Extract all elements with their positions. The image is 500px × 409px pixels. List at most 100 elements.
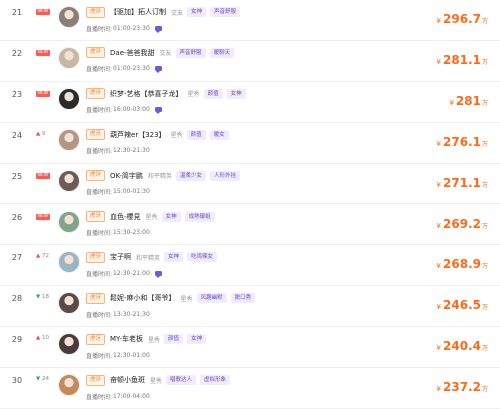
ranking-row[interactable]: 22 NEW 虎牙 Dae-爸爸我甜 交友 声音舒服 暖聊天 直播时间: 01:0… — [0, 40, 500, 82]
streamer-name[interactable]: 宝子啊 — [110, 252, 131, 262]
streamer-tag[interactable]: 颜值 — [164, 334, 184, 345]
revenue-value: 271.1 — [443, 175, 481, 190]
streamer-info: 虎牙 织梦-艺格【恭喜子龙】 星秀 颜值 女神 — [86, 88, 250, 100]
streamer-tag[interactable]: 虚拟形象 — [200, 375, 231, 386]
revenue-unit: 万 — [481, 140, 488, 148]
chat-icon[interactable] — [154, 270, 162, 278]
streamer-name[interactable]: Dae-爸爸我甜 — [110, 48, 155, 58]
platform-badge: 虎牙 — [86, 333, 106, 345]
streamer-tag[interactable]: 女神 — [187, 7, 207, 17]
currency-symbol: ¥ — [436, 180, 442, 189]
rank-up-arrow-icon: ▲ — [36, 130, 41, 137]
streamer-tag[interactable]: 温柔少女 — [175, 170, 206, 181]
live-time-line: 直播时间: 17:00-04:00 — [86, 391, 150, 401]
streamer-tag[interactable]: 暖聊天 — [209, 47, 235, 58]
avatar[interactable] — [58, 374, 80, 397]
streamer-name[interactable]: 鬆妮-麻小和【哥爷】 — [110, 293, 176, 303]
streamer-info: 虎牙 【驱加】拓人订制 交友 女神 声音舒服 — [86, 6, 244, 18]
revenue-value: 281.1 — [443, 52, 481, 67]
streamer-tag[interactable]: 人形外挂 — [209, 170, 240, 181]
ranking-row[interactable]: 21 NEW 虎牙 【驱加】拓人订制 交友 女神 声音舒服 直播时间: 01:00… — [0, 0, 500, 41]
streamer-name[interactable]: MY-车老板 — [110, 334, 143, 344]
currency-symbol: ¥ — [436, 139, 442, 148]
live-time-value: 16:00-03:00 — [113, 106, 150, 114]
platform-badge: 虎牙 — [86, 47, 106, 59]
rank-number: 25 — [11, 171, 23, 181]
ranking-row[interactable]: 23 NEW 虎牙 织梦-艺格【恭喜子龙】 星秀 颜值 女神 直播时间: 16:0… — [0, 81, 500, 123]
revenue-unit: 万 — [481, 345, 488, 353]
live-time-value: 12:30-21:30 — [113, 147, 150, 155]
revenue-amount: ¥ 246.5 万 — [437, 298, 488, 312]
ranking-row[interactable]: 30 ▼ 24 虎牙 奋顿小鱼斑 星秀 唱歌达人 虚拟形象 直播时间: 17:00… — [0, 368, 500, 409]
ranking-row[interactable]: 25 NEW 虎牙 OK-简宇鹏 和平精英 温柔少女 人形外挂 直播时间: 15:… — [0, 163, 500, 205]
rank-change: ▲ 72 — [36, 253, 58, 259]
rank-up-arrow-icon: ▲ — [36, 335, 41, 342]
streamer-name[interactable]: 奋顿小鱼斑 — [110, 375, 145, 385]
streamer-name[interactable]: 【驱加】拓人订制 — [110, 7, 166, 17]
streamer-tag[interactable]: 女神 — [164, 252, 184, 263]
live-time-value: 01:00-23:30 — [113, 65, 150, 73]
ranking-row[interactable]: 27 ▲ 72 虎牙 宝子啊 和平精英 女神 吃鸡辣女 直播时间: 12:30-2… — [0, 245, 500, 287]
streamer-tag[interactable]: 颜值 — [203, 88, 223, 99]
avatar[interactable] — [58, 292, 80, 315]
ranking-row[interactable]: 24 ▲ 9 虎牙 葫芦辣er【323】 星秀 颜值 暖女 直播时间: 12:30… — [0, 122, 500, 164]
ranking-row[interactable]: 26 NEW 虎牙 血色-櫻見 星秀 女神 成熟御姐 直播时间: 15:30-23… — [0, 204, 500, 246]
live-time-label: 直播时间: — [86, 107, 113, 115]
chat-icon[interactable] — [154, 107, 162, 115]
live-time-label: 直播时间: — [86, 66, 113, 74]
streamer-category: 星秀 — [187, 91, 200, 99]
chat-icon[interactable] — [154, 25, 162, 33]
ranking-row[interactable]: 29 ▲ 10 虎牙 MY-车老板 星秀 颜值 女神 直播时间: 12:30-01… — [0, 327, 500, 369]
revenue-value: 240.4 — [443, 339, 481, 354]
platform-badge: 虎牙 — [86, 251, 106, 263]
streamer-info: 虎牙 MY-车老板 星秀 颜值 女神 — [86, 333, 210, 345]
streamer-tag[interactable]: 女神 — [161, 211, 181, 222]
revenue-unit: 万 — [481, 18, 488, 25]
live-time-line: 直播时间: 12:30-01:00 — [86, 350, 150, 360]
revenue-amount: ¥ 237.2 万 — [437, 380, 488, 394]
live-time-line: 直播时间: 16:00-03:00 — [86, 105, 162, 115]
avatar[interactable] — [58, 6, 80, 28]
streamer-tag[interactable]: 女神 — [187, 334, 207, 345]
rank-change: NEW — [36, 49, 58, 56]
streamer-name[interactable]: 织梦-艺格【恭喜子龙】 — [110, 89, 183, 99]
chat-icon[interactable] — [154, 66, 162, 74]
streamer-tag[interactable]: 风趣幽默 — [196, 293, 227, 304]
streamer-tag[interactable]: 暖女 — [209, 129, 229, 140]
live-time-label: 直播时间: — [86, 189, 113, 197]
streamer-tag[interactable]: 吃鸡辣女 — [187, 252, 218, 263]
revenue-value: 268.9 — [443, 257, 481, 272]
avatar[interactable] — [58, 46, 80, 69]
streamer-category: 和平精英 — [147, 173, 172, 181]
avatar[interactable] — [58, 333, 80, 356]
streamer-name[interactable]: 血色-櫻見 — [110, 212, 141, 222]
revenue-value: 276.1 — [443, 134, 481, 149]
avatar[interactable] — [58, 210, 80, 233]
ranking-list: 21 NEW 虎牙 【驱加】拓人订制 交友 女神 声音舒服 直播时间: 01:00… — [0, 0, 500, 409]
live-time-value: 13:30-21:30 — [113, 310, 150, 318]
streamer-name[interactable]: 葫芦辣er【323】 — [110, 130, 166, 140]
avatar[interactable] — [58, 251, 80, 274]
streamer-tag[interactable]: 脱口秀 — [230, 293, 256, 304]
avatar[interactable] — [58, 169, 80, 192]
live-time-value: 15:30-23:00 — [113, 229, 150, 236]
live-time-line: 直播时间: 12:30-21:30 — [86, 146, 150, 156]
rank-number: 29 — [11, 335, 23, 345]
avatar[interactable] — [58, 128, 80, 151]
streamer-tag[interactable]: 成熟御姐 — [184, 211, 215, 222]
streamer-category: 交友 — [171, 9, 184, 17]
streamer-tag[interactable]: 唱歌达人 — [166, 375, 197, 386]
streamer-name[interactable]: OK-简宇鹏 — [110, 171, 143, 181]
platform-badge: 虎牙 — [86, 129, 106, 141]
streamer-tag[interactable]: 颜值 — [186, 129, 206, 140]
revenue-unit: 万 — [481, 58, 488, 66]
streamer-tag[interactable]: 女神 — [226, 88, 246, 99]
platform-badge: 虎牙 — [86, 88, 106, 100]
revenue-value: 296.7 — [443, 12, 481, 26]
streamer-tag[interactable]: 声音舒服 — [210, 7, 241, 17]
avatar[interactable] — [58, 87, 80, 110]
streamer-tag[interactable]: 声音舒服 — [175, 47, 206, 58]
streamer-category: 交友 — [159, 50, 172, 58]
rank-number: 27 — [11, 253, 23, 263]
ranking-row[interactable]: 28 ▼ 18 虎牙 鬆妮-麻小和【哥爷】 星秀 风趣幽默 脱口秀 直播时间: 1… — [0, 286, 500, 328]
